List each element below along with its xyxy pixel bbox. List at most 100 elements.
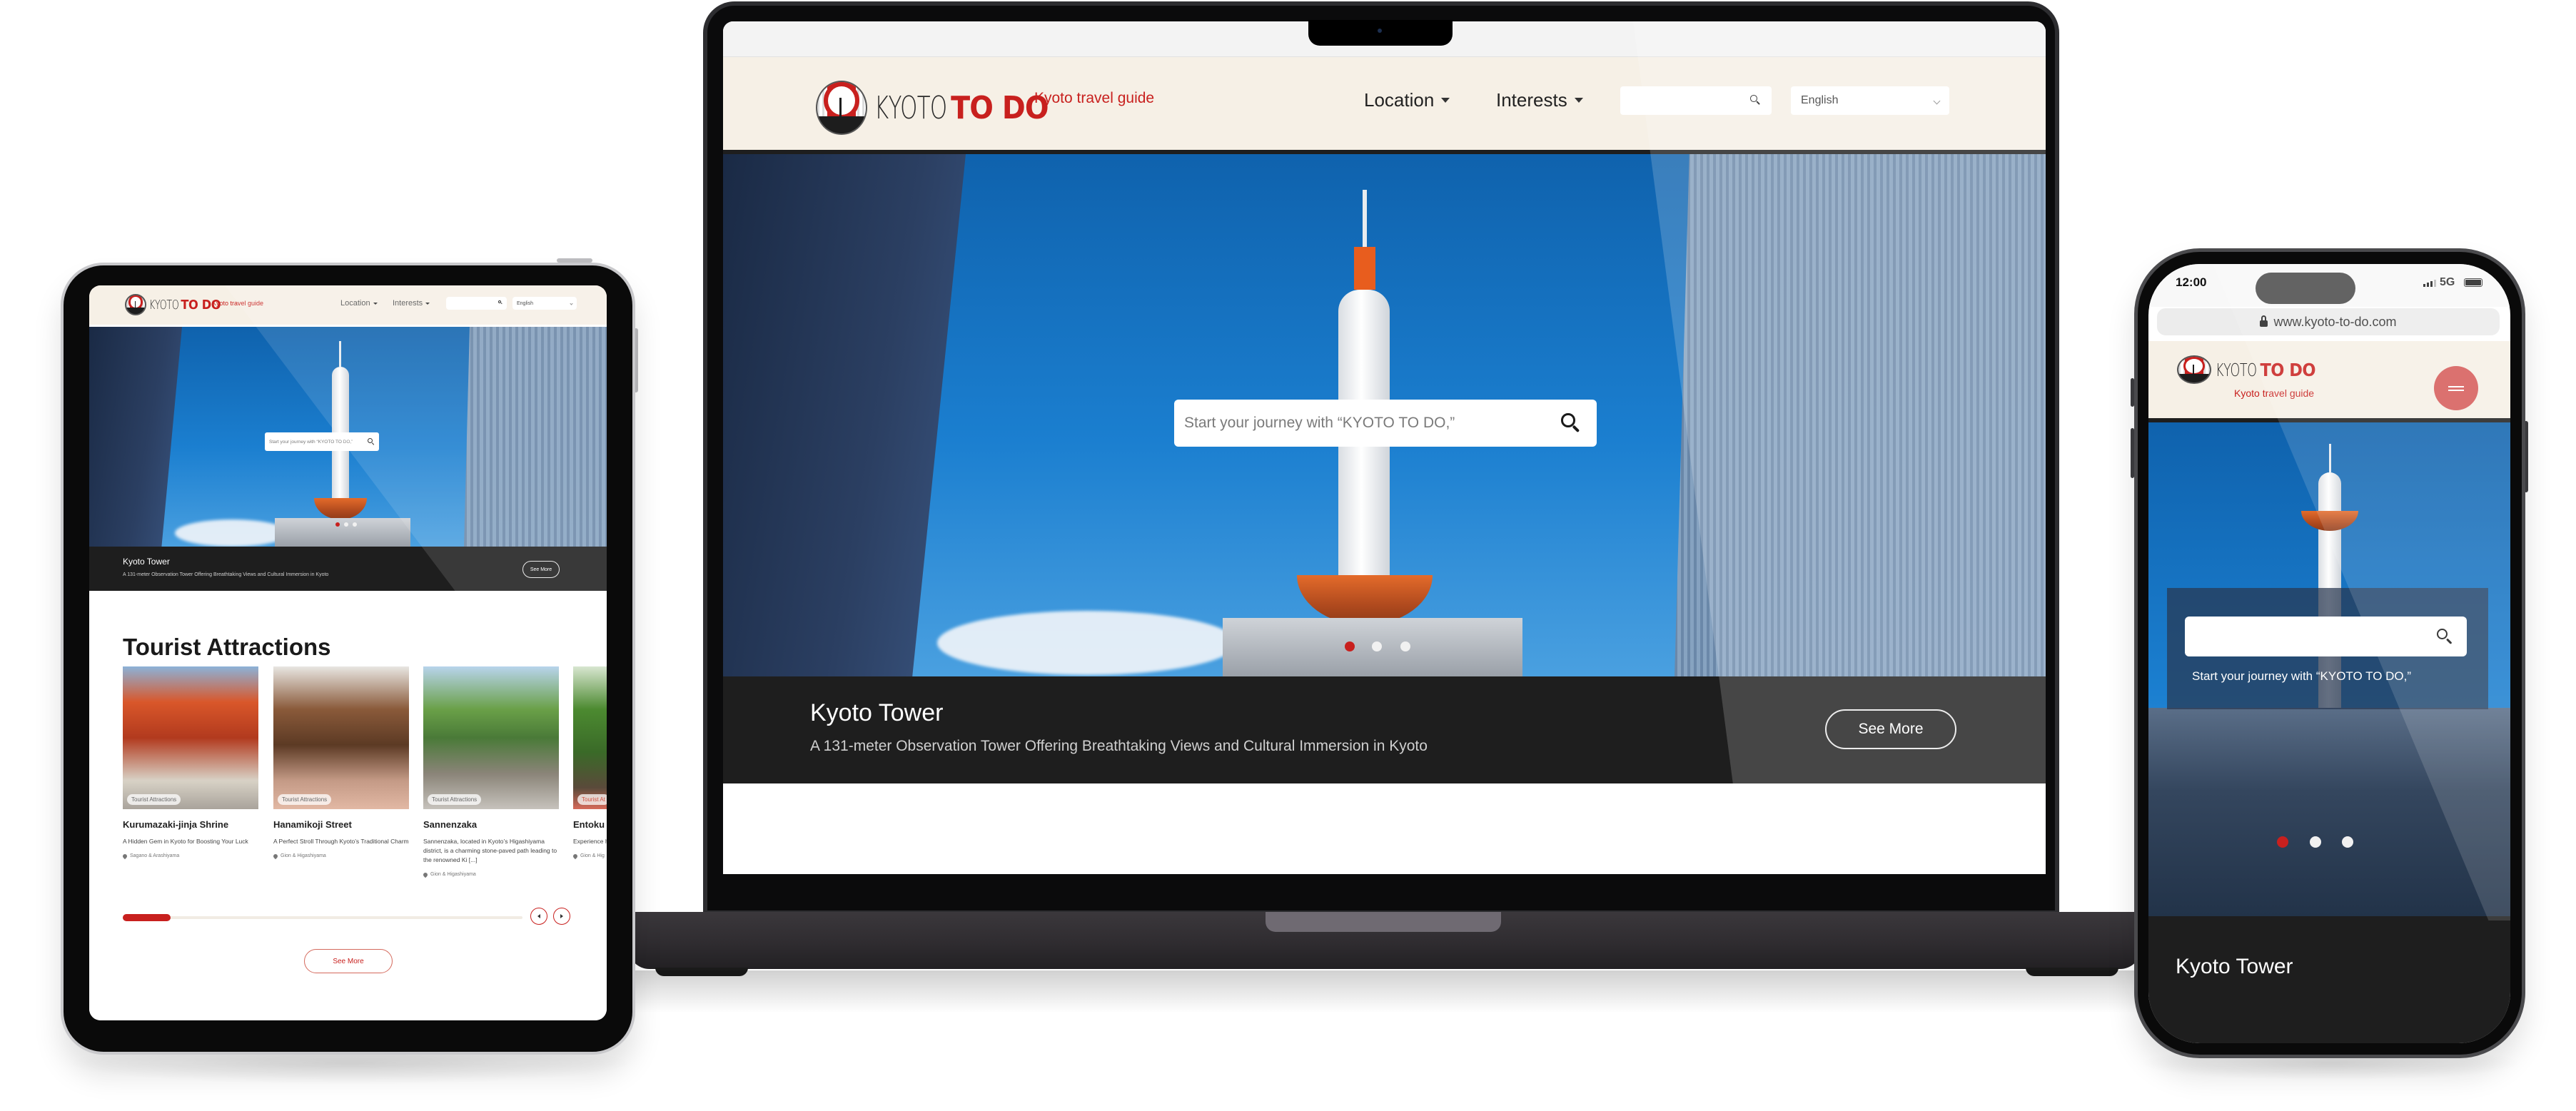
logo-wordmark: KYOTO TO DO	[149, 298, 221, 313]
nav-location-dropdown[interactable]: Location	[340, 299, 378, 308]
nav-location-dropdown[interactable]: Location	[1364, 89, 1450, 111]
attraction-card[interactable]: Tourist Attractions Sannenzaka Sannenzak…	[422, 666, 559, 878]
carousel-dot-1[interactable]	[335, 522, 340, 527]
nav-interests-dropdown[interactable]: Interests	[393, 299, 430, 308]
attraction-location: Gion & Higashiyama	[272, 853, 409, 859]
category-badge: Tourist Attractions	[278, 794, 332, 805]
hero-caption-bar: Kyoto Tower A 131-meter Observation Towe…	[723, 676, 2046, 783]
hero-search-input[interactable]: Start your journey with “KYOTO TO DO,”	[1174, 400, 1597, 447]
chevron-right-icon	[560, 914, 563, 918]
attraction-card[interactable]: Tourist Attractions Kurumazaki-jinja Shr…	[121, 666, 258, 859]
attractions-see-more-button[interactable]: See More	[304, 949, 393, 973]
site-header: KYOTO TO DO Kyoto travel guide	[2148, 341, 2510, 418]
hero-title: Kyoto Tower	[2176, 955, 2293, 978]
tower-antenna	[2329, 444, 2331, 472]
language-select[interactable]: English	[512, 297, 577, 310]
nav-location-label: Location	[1364, 89, 1435, 111]
hero-search-input[interactable]: Start your journey with “KYOTO TO DO,”	[265, 432, 379, 451]
carousel-dot-1[interactable]	[1345, 641, 1355, 651]
location-pin-icon	[272, 853, 279, 859]
search-icon[interactable]	[1561, 413, 1581, 433]
logo-emblem-icon	[2177, 355, 2211, 384]
logo-text-kyoto: KYOTO	[2216, 359, 2257, 380]
logo-wordmark: KYOTO TO DO	[2216, 359, 2316, 380]
attraction-location-text: Gion & Higashiyama	[430, 872, 476, 877]
hero-search-input[interactable]	[2185, 617, 2467, 656]
logo-wordmark: KYOTO TO DO	[874, 90, 1049, 126]
dynamic-island	[2256, 273, 2355, 304]
site-logo[interactable]: KYOTO TO DO	[816, 81, 1049, 135]
carousel-dot-3[interactable]	[1400, 641, 1410, 651]
hero-building-right	[464, 327, 607, 547]
hero-subtitle: A 131-meter Observation Tower Offering B…	[810, 738, 1428, 754]
carousel-next-button[interactable]	[553, 908, 570, 925]
language-select[interactable]: English	[1791, 86, 1949, 115]
hamburger-menu-icon	[2448, 385, 2464, 387]
carousel-dot-1[interactable]	[2277, 836, 2288, 848]
attraction-name: Hanamikoji Street	[273, 819, 352, 830]
site-logo[interactable]: KYOTO TO DO	[125, 294, 221, 315]
see-more-button[interactable]: See More	[1825, 709, 1956, 749]
caret-down-icon	[373, 302, 378, 305]
location-pin-icon	[422, 871, 429, 878]
attraction-description: Sannenzaka, located in Kyoto’s Higashiya…	[423, 838, 557, 863]
logo-text-kyoto: KYOTO	[874, 89, 947, 126]
status-time: 12:00	[2176, 275, 2207, 289]
address-bar[interactable]: www.kyoto-to-do.com	[2157, 308, 2500, 335]
nav-interests-label: Interests	[1496, 89, 1567, 111]
carousel-dot-3[interactable]	[353, 522, 357, 527]
attraction-image-street: Tourist Attractions	[273, 666, 409, 809]
attraction-location-text: Gion & Higashiyama	[281, 853, 326, 858]
hero-building-right	[1675, 154, 2046, 676]
section-title: Tourist Attractions	[123, 634, 331, 660]
carousel-dot-3[interactable]	[2342, 836, 2353, 848]
hero-building-left	[723, 154, 966, 676]
hero-carousel: Start your journey with “KYOTO TO DO,”	[2148, 422, 2510, 916]
language-select-value: English	[1801, 94, 1839, 106]
hero-building-left	[89, 327, 182, 547]
carousel-dot-2[interactable]	[344, 522, 348, 527]
search-icon[interactable]	[368, 438, 375, 445]
attraction-description: Experience hidden ge	[573, 838, 607, 845]
carousel-progress-track[interactable]	[123, 914, 522, 921]
menu-button[interactable]	[2434, 366, 2478, 410]
hero-carousel: Start your journey with “KYOTO TO DO,”	[723, 154, 2046, 676]
nav-interests-label: Interests	[393, 299, 423, 308]
address-bar-url: www.kyoto-to-do.com	[2273, 314, 2397, 329]
location-pin-icon	[572, 853, 579, 859]
nav-interests-dropdown[interactable]: Interests	[1496, 89, 1583, 111]
site-logo[interactable]: KYOTO TO DO	[2177, 355, 2316, 384]
tower-band	[1354, 247, 1375, 290]
attraction-card[interactable]: Tourist At Entoku Experience hidden ge G…	[572, 666, 607, 859]
tower-base-building	[275, 518, 410, 547]
hero-title: Kyoto Tower	[810, 699, 944, 726]
header-search-input[interactable]	[1620, 86, 1772, 115]
tower-observation-deck	[314, 498, 367, 519]
attraction-description: A Hidden Gem in Kyoto for Boosting Your …	[123, 838, 248, 845]
site-tagline: Kyoto travel guide	[1034, 90, 1155, 106]
search-icon[interactable]	[2437, 629, 2453, 644]
tourist-attractions-section: Tourist Attractions Tourist Attractions …	[89, 591, 607, 1020]
site-header: KYOTO TO DO Kyoto travel guide Location I…	[723, 57, 2046, 150]
carousel-dot-2[interactable]	[1372, 641, 1382, 651]
hotel-building	[2148, 708, 2510, 916]
logo-text-todo: TO DO	[2260, 359, 2316, 380]
header-search-input[interactable]	[446, 297, 507, 310]
hero-search-placeholder: Start your journey with “KYOTO TO DO,”	[1184, 415, 1455, 431]
attraction-card[interactable]: Tourist Attractions Hanamikoji Street A …	[272, 666, 409, 859]
caret-down-icon	[1574, 98, 1583, 103]
hero-title: Kyoto Tower	[123, 557, 170, 567]
carousel-dot-2[interactable]	[2310, 836, 2321, 848]
attraction-location-text: Gion & Hig	[580, 853, 605, 858]
chevron-down-icon	[570, 301, 573, 305]
site-header: KYOTO TO DO Kyoto travel guide Location I…	[89, 285, 607, 325]
carousel-prev-button[interactable]	[530, 908, 547, 925]
attraction-name: Entoku	[573, 819, 605, 830]
see-more-button[interactable]: See More	[522, 561, 560, 578]
site-tagline: Kyoto travel guide	[2234, 387, 2315, 399]
attraction-description: A Perfect Stroll Through Kyoto’s Traditi…	[273, 838, 409, 845]
nav-location-label: Location	[340, 299, 370, 308]
attraction-location-text: Sagano & Arashiyama	[130, 853, 180, 858]
logo-text-kyoto: KYOTO	[149, 297, 179, 313]
tower-antenna	[1363, 190, 1367, 247]
